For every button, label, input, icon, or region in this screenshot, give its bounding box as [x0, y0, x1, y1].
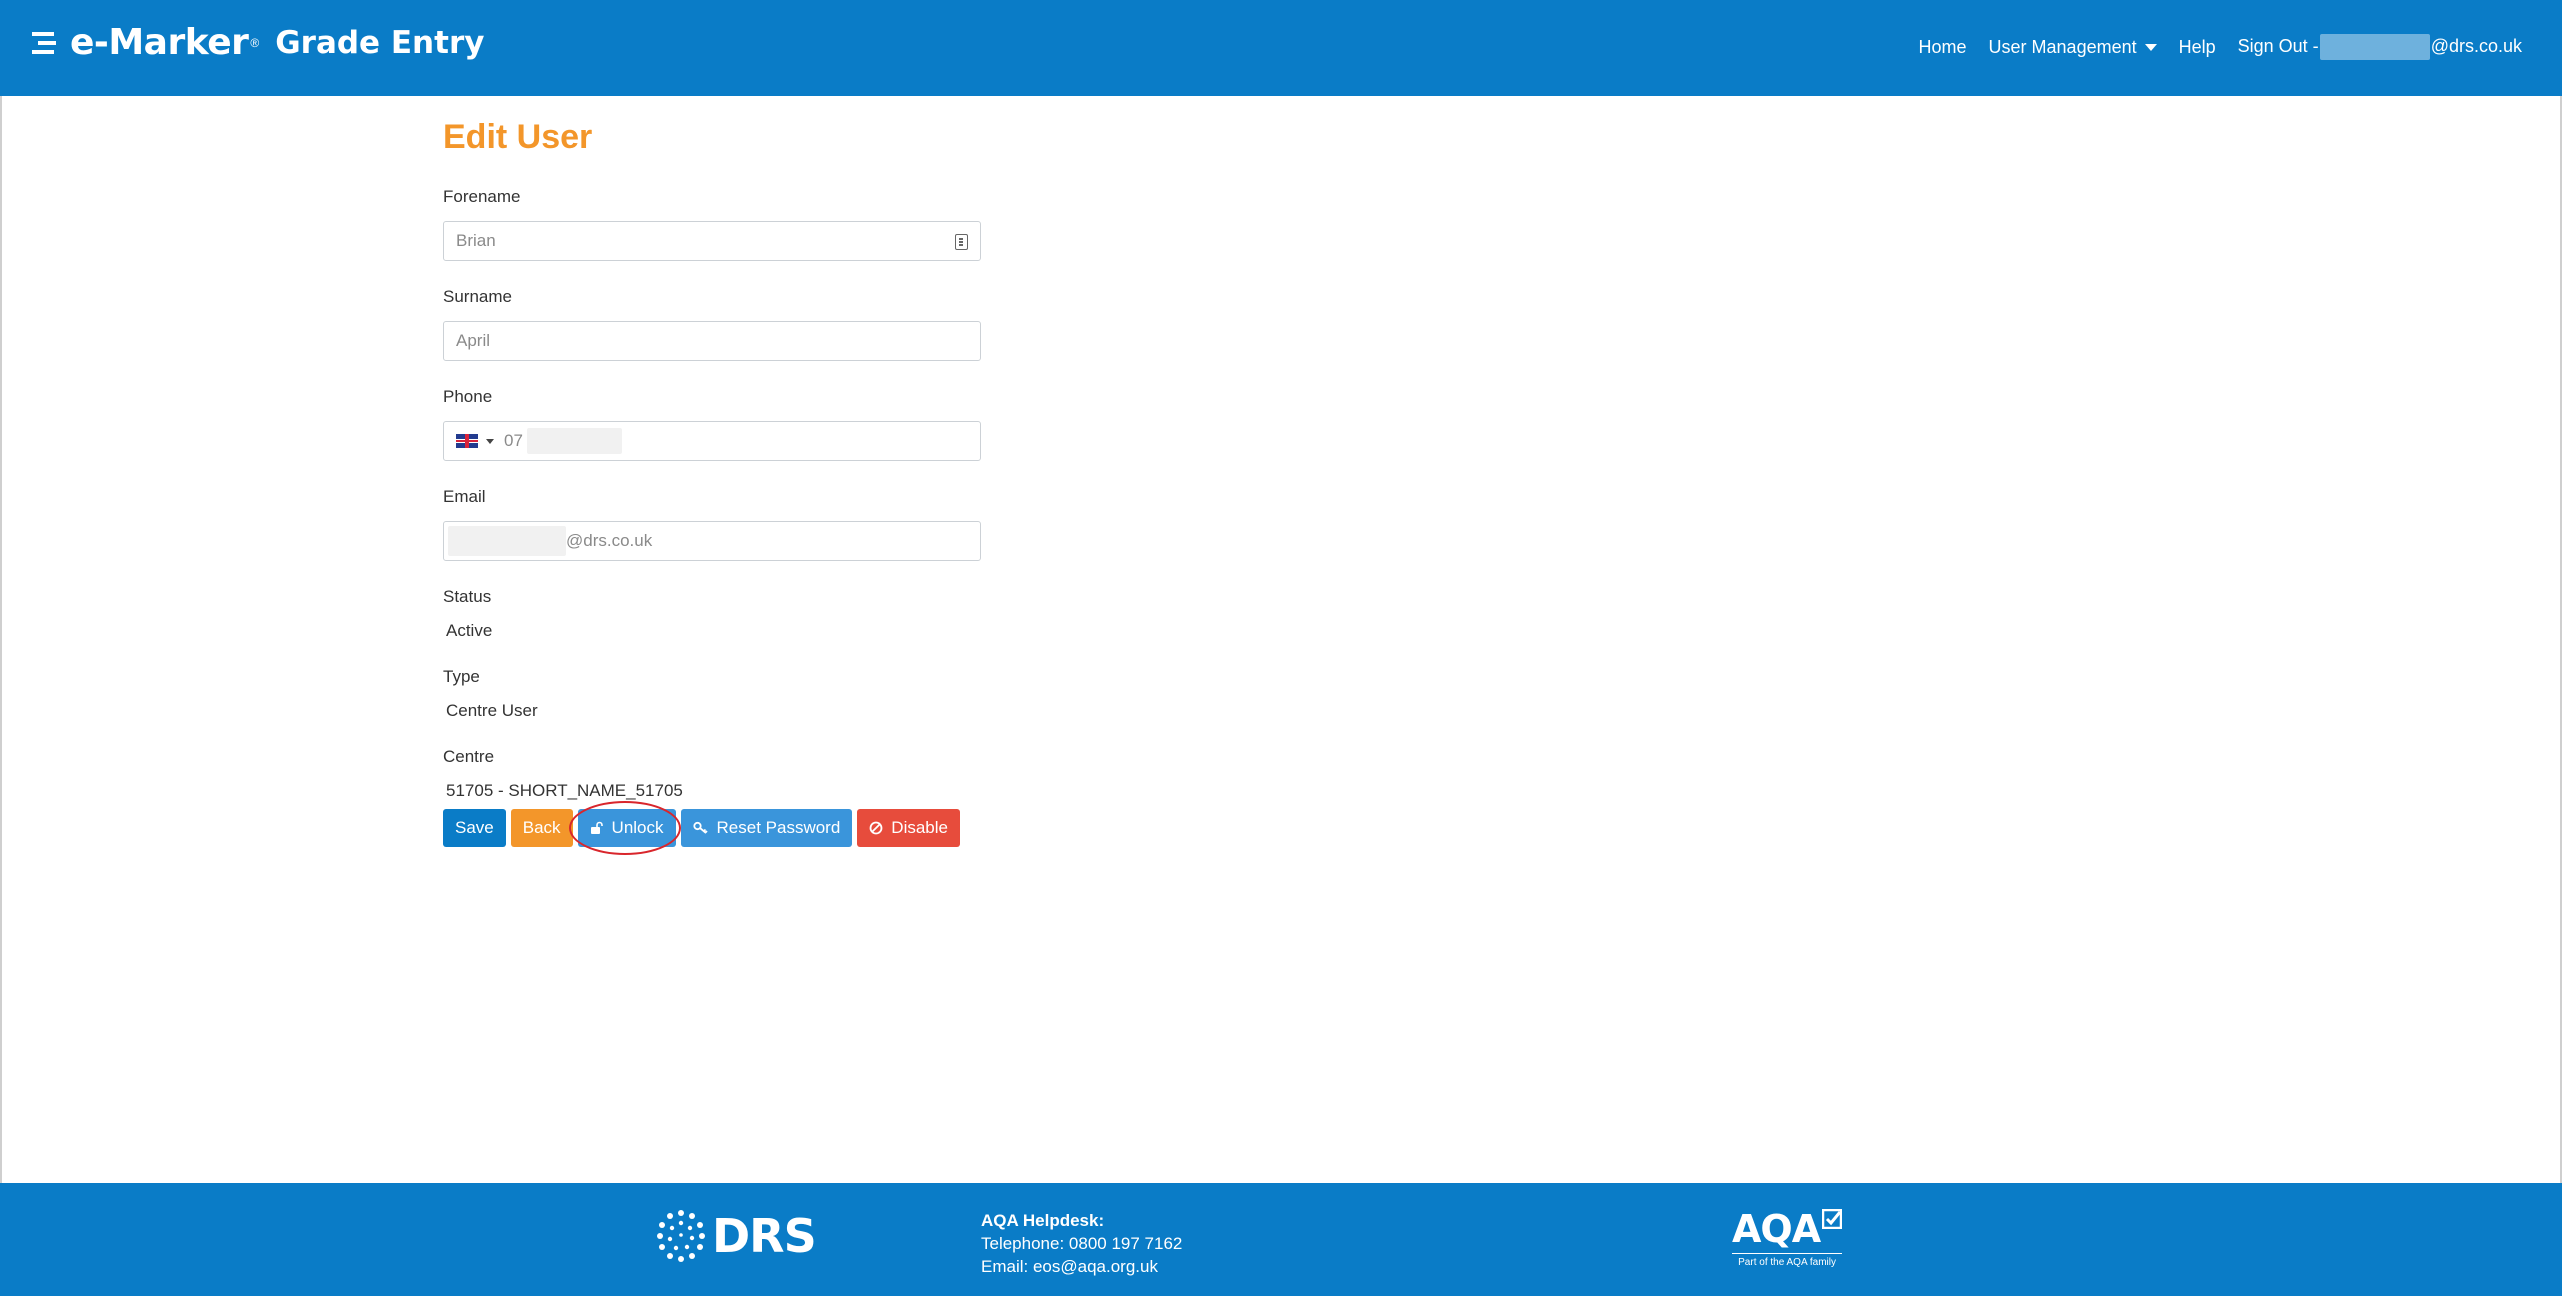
country-caret-icon[interactable] [486, 438, 494, 444]
centre-value: 51705 - SHORT_NAME_51705 [446, 781, 683, 800]
aqa-logo-text: AQA [1732, 1207, 1821, 1251]
window-frame [0, 0, 2562, 1296]
helpdesk-email: Email: eos@aqa.org.uk [981, 1257, 1158, 1276]
centre-label: Centre [443, 747, 495, 766]
helpdesk-info: AQA Helpdesk: Telephone: 0800 197 7162 E… [981, 1209, 1182, 1278]
brand-registered-mark: ® [250, 35, 260, 50]
phone-value: 07 [504, 431, 523, 450]
brand-name: e-Marker [70, 22, 249, 63]
drs-logo: DRS [654, 1207, 817, 1265]
type-label: Type [443, 667, 480, 686]
brand-logo[interactable]: e-Marker ® Grade Entry [32, 22, 484, 63]
status-value: Active [446, 621, 493, 640]
nav-sign-out-link[interactable]: Sign Out - @drs.co.uk [2238, 34, 2522, 60]
action-buttons: Save Back Unlock Reset Password Disable [443, 801, 1043, 855]
aqa-logo: AQA Part of the AQA family [1732, 1207, 1843, 1268]
save-button[interactable]: Save [443, 809, 506, 847]
disable-label: Disable [891, 818, 948, 837]
aqa-tick-icon [1822, 1209, 1843, 1229]
page-title: Edit User [443, 118, 593, 156]
redacted-email-local [448, 526, 566, 556]
status-label: Status [443, 587, 492, 606]
back-button[interactable]: Back [510, 809, 573, 847]
redacted-username [2319, 34, 2430, 60]
drs-logo-text: DRS [712, 1209, 817, 1263]
helpdesk-title: AQA Helpdesk: [981, 1211, 1105, 1230]
aqa-tagline: Part of the AQA family [1732, 1253, 1843, 1268]
nav-menu: Home User Management Help Sign Out - @drs… [1919, 34, 2522, 60]
unlock-icon [590, 821, 604, 835]
key-icon [692, 821, 709, 835]
drs-dots-icon [657, 1210, 705, 1262]
phone-label: Phone [443, 387, 493, 406]
reset-password-button[interactable]: Reset Password [680, 809, 853, 847]
surname-label: Surname [443, 287, 512, 306]
helpdesk-telephone: Telephone: 0800 197 7162 [981, 1234, 1183, 1253]
nav-home-link[interactable]: Home [1919, 37, 1967, 58]
email-input[interactable]: @drs.co.uk [443, 521, 981, 561]
forename-value: Brian [456, 231, 496, 250]
surname-value: April [456, 331, 491, 350]
surname-input[interactable]: April [443, 321, 981, 361]
sign-out-domain: @drs.co.uk [2430, 35, 2522, 56]
disable-button[interactable]: Disable [857, 809, 960, 847]
top-navbar: e-Marker ® Grade Entry Home User Managem… [0, 0, 2562, 96]
ban-icon [869, 821, 883, 835]
reset-password-label: Reset Password [716, 818, 841, 837]
nav-user-management-label: User Management [1988, 36, 2137, 57]
email-label: Email [443, 487, 486, 506]
chevron-down-icon [2144, 44, 2157, 52]
redacted-phone [526, 428, 622, 454]
brand-subtitle: Grade Entry [275, 24, 485, 61]
nav-help-link[interactable]: Help [2179, 37, 2216, 58]
phone-input[interactable]: 07 [443, 421, 981, 461]
nav-user-management-dropdown[interactable]: User Management [1989, 37, 2157, 58]
footer: DRS AQA Helpdesk: Telephone: 0800 197 71… [0, 1183, 2562, 1296]
sign-out-prefix: Sign Out - [2237, 35, 2319, 56]
contact-card-icon[interactable] [955, 234, 968, 250]
forename-input[interactable]: Brian [443, 221, 981, 261]
unlock-label: Unlock [611, 818, 664, 837]
type-value: Centre User [446, 701, 538, 720]
emarker-lines-icon [32, 31, 56, 54]
uk-flag-icon[interactable] [456, 434, 478, 448]
forename-label: Forename [443, 187, 521, 206]
unlock-button[interactable]: Unlock [577, 809, 676, 847]
edit-user-form: Edit User Forename Brian Surname April P… [443, 118, 1043, 855]
email-value: @drs.co.uk [566, 531, 653, 550]
